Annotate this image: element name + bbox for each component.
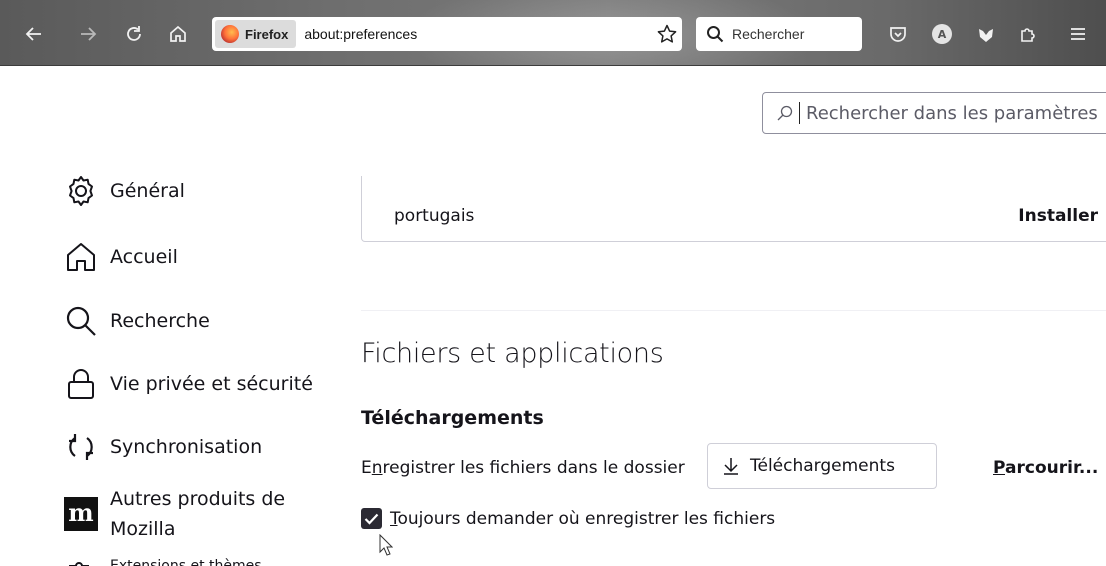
save-label-pre: E <box>361 458 372 478</box>
sidebar-item-mozilla-products[interactable]: m Autres produits de Mozilla <box>64 484 285 544</box>
preferences-search-placeholder: Rechercher dans les paramètres <box>806 102 1098 124</box>
sidebar-item-label: Recherche <box>110 310 210 332</box>
back-button[interactable] <box>20 20 48 48</box>
always-ask-accesskey: T <box>390 508 398 529</box>
browser-toolbar: Firefox about:preferences Rechercher A <box>0 0 1106 66</box>
extensions-button[interactable] <box>1014 20 1042 48</box>
sidebar-item-privacy[interactable]: Vie privée et sécurité <box>64 367 313 401</box>
browse-accesskey: P <box>993 458 1006 478</box>
sidebar-item-label-line2: Mozilla <box>110 518 176 540</box>
web-search-bar[interactable]: Rechercher <box>696 17 862 51</box>
bookmark-star-button[interactable] <box>652 23 682 45</box>
text-caret <box>799 102 800 124</box>
home-button[interactable] <box>164 20 192 48</box>
extension-button[interactable] <box>972 20 1000 48</box>
puzzle-icon <box>69 562 89 566</box>
forward-button[interactable] <box>74 20 102 48</box>
mozilla-m-icon: m <box>64 497 98 531</box>
puzzle-icon <box>1021 28 1035 42</box>
save-label-post: registrer les fichiers dans le dossier <box>382 458 685 478</box>
browse-button[interactable]: Parcourir... <box>993 458 1098 478</box>
menu-button[interactable] <box>1064 20 1092 48</box>
download-folder-field[interactable]: Téléchargements <box>707 443 937 489</box>
always-ask-row[interactable]: Toujours demander où enregistrer les fic… <box>361 508 775 529</box>
home-icon <box>67 243 95 271</box>
language-name: portugais <box>394 206 475 226</box>
account-button[interactable]: A <box>928 20 956 48</box>
url-text[interactable]: about:preferences <box>304 26 652 42</box>
language-list-box: portugais Installer <box>361 176 1106 242</box>
always-ask-checkbox[interactable] <box>361 508 382 529</box>
search-icon <box>66 306 96 336</box>
gear-icon <box>69 176 93 206</box>
downloads-heading: Téléchargements <box>361 407 544 429</box>
search-icon <box>777 105 793 121</box>
sidebar-item-search[interactable]: Recherche <box>64 304 210 338</box>
home-icon <box>170 25 186 42</box>
search-icon <box>707 26 724 43</box>
url-bar[interactable]: Firefox about:preferences <box>212 17 682 51</box>
sidebar-item-label: Extensions et thèmes <box>110 558 262 566</box>
download-folder-name: Téléchargements <box>750 456 895 476</box>
sidebar-item-label: Accueil <box>110 246 178 268</box>
arrow-left-icon <box>25 27 41 41</box>
sync-icon <box>69 434 93 460</box>
sidebar-item-label: Vie privée et sécurité <box>110 373 313 395</box>
browse-label: arcourir... <box>1005 458 1099 478</box>
install-language-button[interactable]: Installer <box>1018 206 1098 226</box>
firefox-logo-icon <box>221 25 239 43</box>
sidebar-item-general[interactable]: Général <box>64 174 185 208</box>
sidebar-item-label: Synchronisation <box>110 436 263 458</box>
section-divider <box>361 310 1106 311</box>
reload-icon <box>127 26 141 41</box>
save-files-label: Enregistrer les fichiers dans le dossier <box>361 458 685 478</box>
mouse-cursor-icon <box>379 534 393 556</box>
download-arrow-icon <box>724 458 738 475</box>
hamburger-menu-icon <box>1071 28 1085 40</box>
avatar-icon: A <box>932 24 952 44</box>
preferences-search-input[interactable]: Rechercher dans les paramètres <box>762 92 1106 134</box>
pocket-icon <box>890 27 906 42</box>
sidebar-item-label-line1: Autres produits de <box>110 488 286 510</box>
sidebar-item-home[interactable]: Accueil <box>64 240 178 274</box>
identity-label: Firefox <box>245 26 289 42</box>
section-title-files: Fichiers et applications <box>361 338 664 369</box>
checkmark-icon <box>364 513 379 525</box>
save-label-accesskey: n <box>371 458 383 478</box>
lock-icon <box>68 369 94 399</box>
always-ask-text: oujours demander où enregistrer les fich… <box>397 508 776 529</box>
pocket-button[interactable] <box>884 20 912 48</box>
extension-logo-icon <box>979 29 993 42</box>
sidebar-item-sync[interactable]: Synchronisation <box>64 430 262 464</box>
star-icon <box>657 24 677 43</box>
always-ask-label: Toujours demander où enregistrer les fic… <box>390 509 775 529</box>
sidebar-item-extensions[interactable]: Extensions et thèmes <box>64 556 262 566</box>
identity-box[interactable]: Firefox <box>215 20 297 48</box>
web-search-placeholder: Rechercher <box>732 26 805 42</box>
sidebar-item-label: Général <box>110 180 185 202</box>
arrow-right-icon <box>81 27 97 41</box>
reload-button[interactable] <box>120 20 148 48</box>
